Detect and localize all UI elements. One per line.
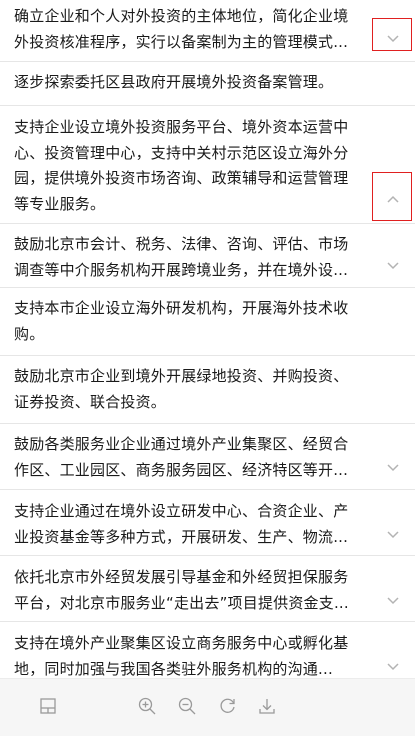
list-item-text: 鼓励北京市会计、税务、法律、咨询、评估、市场调查等中介服务机构开展跨境业务，并在… bbox=[14, 235, 349, 279]
provision-list: 确立企业和个人对外投资的主体地位，简化企业境外投资核准程序，实行以备案制为主的管… bbox=[0, 0, 415, 678]
list-item[interactable]: 支持企业通过在境外设立研发中心、合资企业、产业投资基金等多种方式，开展研发、生产… bbox=[0, 490, 415, 556]
list-item-text: 鼓励北京市企业到境外开展绿地投资、并购投资、证券投资、联合投资。 bbox=[14, 367, 349, 411]
list-item-text: 支持企业通过在境外设立研发中心、合资企业、产业投资基金等多种方式，开展研发、生产… bbox=[14, 502, 349, 546]
download-icon[interactable] bbox=[257, 696, 277, 716]
list-item-text: 支持企业设立境外投资服务平台、境外资本运营中心、投资管理中心，支持中关村示范区设… bbox=[14, 118, 349, 213]
highlight-box bbox=[372, 18, 412, 51]
list-item-text: 支持本市企业设立海外研发机构，开展海外技术收购。 bbox=[14, 299, 349, 343]
zoom-in-icon[interactable] bbox=[137, 696, 157, 716]
list-item-text: 确立企业和个人对外投资的主体地位，简化企业境外投资核准程序，实行以备案制为主的管… bbox=[14, 7, 349, 51]
zoom-out-icon[interactable] bbox=[177, 696, 197, 716]
chevron-down-icon[interactable] bbox=[385, 592, 401, 608]
list-item[interactable]: 确立企业和个人对外投资的主体地位，简化企业境外投资核准程序，实行以备案制为主的管… bbox=[0, 0, 415, 62]
list-item[interactable]: 鼓励各类服务业企业通过境外产业集聚区、经贸合作区、工业园区、商务服务园区、经济特… bbox=[0, 424, 415, 490]
list-item[interactable]: 依托北京市外经贸发展引导基金和外经贸担保服务平台，对北京市服务业“走出去”项目提… bbox=[0, 556, 415, 622]
list-item[interactable]: 鼓励北京市会计、税务、法律、咨询、评估、市场调查等中介服务机构开展跨境业务，并在… bbox=[0, 224, 415, 288]
list-item-text: 依托北京市外经贸发展引导基金和外经贸担保服务平台，对北京市服务业“走出去”项目提… bbox=[14, 568, 349, 612]
list-item[interactable]: 支持在境外产业聚集区设立商务服务中心或孵化基地，同时加强与我国各类驻外服务机构的… bbox=[0, 622, 415, 678]
layout-icon[interactable] bbox=[38, 696, 58, 716]
chevron-down-icon[interactable] bbox=[385, 459, 401, 475]
chevron-down-icon[interactable] bbox=[385, 658, 401, 674]
list-item[interactable]: 鼓励北京市企业到境外开展绿地投资、并购投资、证券投资、联合投资。 bbox=[0, 356, 415, 424]
list-item[interactable]: 支持企业设立境外投资服务平台、境外资本运营中心、投资管理中心，支持中关村示范区设… bbox=[0, 106, 415, 224]
highlight-box bbox=[372, 172, 412, 221]
chevron-down-icon[interactable] bbox=[385, 257, 401, 273]
list-item-text: 鼓励各类服务业企业通过境外产业集聚区、经贸合作区、工业园区、商务服务园区、经济特… bbox=[14, 435, 349, 479]
bottom-toolbar bbox=[0, 678, 415, 736]
list-item-text: 支持在境外产业聚集区设立商务服务中心或孵化基地，同时加强与我国各类驻外服务机构的… bbox=[14, 634, 349, 678]
list-item[interactable]: 支持本市企业设立海外研发机构，开展海外技术收购。 bbox=[0, 288, 415, 356]
list-item[interactable]: 逐步探索委托区县政府开展境外投资备案管理。 bbox=[0, 62, 415, 106]
chevron-down-icon[interactable] bbox=[385, 526, 401, 542]
refresh-icon[interactable] bbox=[218, 696, 238, 716]
list-item-text: 逐步探索委托区县政府开展境外投资备案管理。 bbox=[14, 73, 334, 91]
